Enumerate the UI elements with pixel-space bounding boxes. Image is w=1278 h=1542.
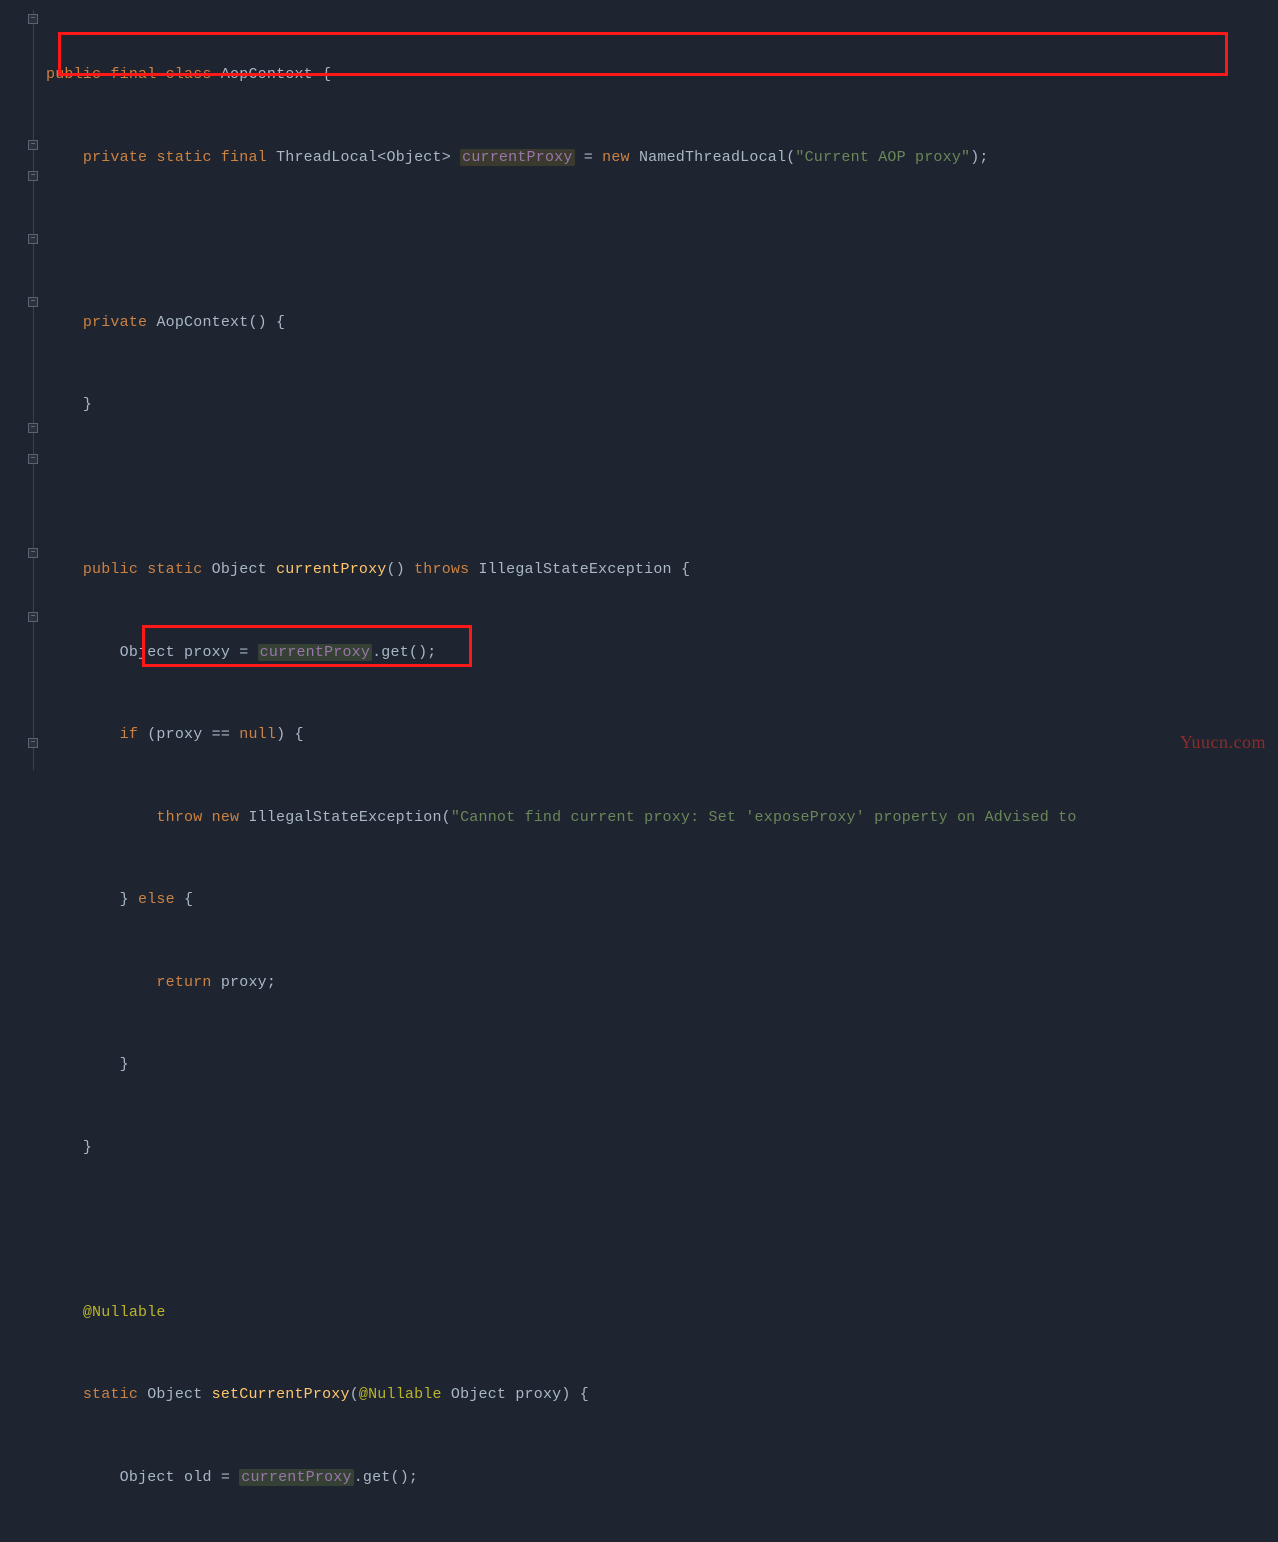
fold-icon[interactable]: − (28, 171, 38, 181)
signature: () (387, 561, 405, 578)
brace: } (83, 1139, 92, 1156)
fold-icon[interactable]: − (28, 140, 38, 150)
fold-icon[interactable]: − (28, 423, 38, 433)
keyword: else (138, 891, 175, 908)
code-line: private AopContext() { (38, 307, 1278, 339)
class-name: AopContext (221, 66, 313, 83)
type: ThreadLocal (276, 149, 377, 166)
keyword: final (221, 149, 267, 166)
method-call: .get(); (372, 644, 436, 661)
keyword: static (83, 1386, 138, 1403)
code-line: if (proxy == null) { (38, 719, 1278, 751)
code-line: @Nullable (38, 1297, 1278, 1329)
code-line: throw new IllegalStateException("Cannot … (38, 802, 1278, 834)
code-line: Object proxy = currentProxy.get(); (38, 637, 1278, 669)
constructor: NamedThreadLocal (639, 149, 786, 166)
code-line: public static Object currentProxy() thro… (38, 554, 1278, 586)
type: Object (120, 644, 175, 661)
annotation: @Nullable (83, 1304, 166, 1321)
operator: = (221, 1469, 230, 1486)
fold-icon[interactable]: − (28, 548, 38, 558)
keyword: final (110, 66, 156, 83)
variable: proxy (184, 644, 230, 661)
fold-icon[interactable]: − (28, 454, 38, 464)
operator: = (584, 149, 593, 166)
keyword: static (156, 149, 211, 166)
code-line: } (38, 1132, 1278, 1164)
string-literal: "Cannot find current proxy: Set 'exposeP… (451, 809, 1077, 826)
paren: ( (350, 1386, 359, 1403)
type: Object (212, 561, 267, 578)
param: proxy (515, 1386, 561, 1403)
brace: } (120, 891, 129, 908)
fold-icon[interactable]: − (28, 234, 38, 244)
brace: { (184, 891, 193, 908)
keyword: public (83, 561, 138, 578)
gutter-guideline (33, 10, 34, 770)
condition: (proxy == (147, 726, 230, 743)
brace: } (120, 1056, 129, 1073)
gutter: − − − − − − − − − − (0, 0, 38, 771)
code-line: } else { (38, 884, 1278, 916)
keyword: private (83, 149, 147, 166)
type: Object (147, 1386, 202, 1403)
keyword: class (166, 66, 212, 83)
method-name: setCurrentProxy (212, 1386, 350, 1403)
punctuation: ); (970, 149, 988, 166)
method-name: currentProxy (276, 561, 386, 578)
code-line (38, 472, 1278, 504)
method-call: .get(); (354, 1469, 418, 1486)
code-line: return proxy; (38, 967, 1278, 999)
operator: = (239, 644, 248, 661)
code-line: } (38, 389, 1278, 421)
keyword: return (156, 974, 211, 991)
brace: { (681, 561, 690, 578)
code-line (38, 1214, 1278, 1246)
keyword: null (239, 726, 276, 743)
code-line: Object old = currentProxy.get(); (38, 1462, 1278, 1494)
keyword: if (120, 726, 138, 743)
type: Object (451, 1386, 506, 1403)
type: Object (120, 1469, 175, 1486)
fold-icon[interactable]: − (28, 14, 38, 24)
code-line (38, 224, 1278, 256)
brace: { (322, 66, 331, 83)
fold-icon[interactable]: − (28, 297, 38, 307)
code-line: private static final ThreadLocal<Object>… (38, 142, 1278, 174)
constructor: AopContext (156, 314, 248, 331)
field-name: currentProxy (460, 149, 574, 166)
watermark: Yuucn.com (1180, 732, 1266, 753)
string-literal: "Current AOP proxy" (795, 149, 970, 166)
exception: IllegalStateException (479, 561, 672, 578)
code-editor: − − − − − − − − − − public final class A… (0, 0, 1278, 771)
brace: } (83, 396, 92, 413)
keyword: private (83, 314, 147, 331)
field-ref: currentProxy (239, 1469, 353, 1486)
brace: ) { (561, 1386, 589, 1403)
variable: old (184, 1469, 212, 1486)
keyword: public (46, 66, 101, 83)
fold-icon[interactable]: − (28, 738, 38, 748)
variable: proxy; (221, 974, 276, 991)
code-line: static Object setCurrentProxy(@Nullable … (38, 1379, 1278, 1411)
annotation: @Nullable (359, 1386, 442, 1403)
keyword: static (147, 561, 202, 578)
signature: () { (248, 314, 285, 331)
code-line: public final class AopContext { (38, 59, 1278, 91)
keyword: new (602, 149, 630, 166)
keyword: throws (414, 561, 469, 578)
brace: ) { (276, 726, 304, 743)
keyword: new (212, 809, 240, 826)
code-area[interactable]: public final class AopContext { private … (38, 0, 1278, 771)
code-line: } (38, 1049, 1278, 1081)
fold-icon[interactable]: − (28, 612, 38, 622)
type: Object (387, 149, 442, 166)
keyword: throw (156, 809, 202, 826)
field-ref: currentProxy (258, 644, 372, 661)
exception: IllegalStateException( (248, 809, 450, 826)
